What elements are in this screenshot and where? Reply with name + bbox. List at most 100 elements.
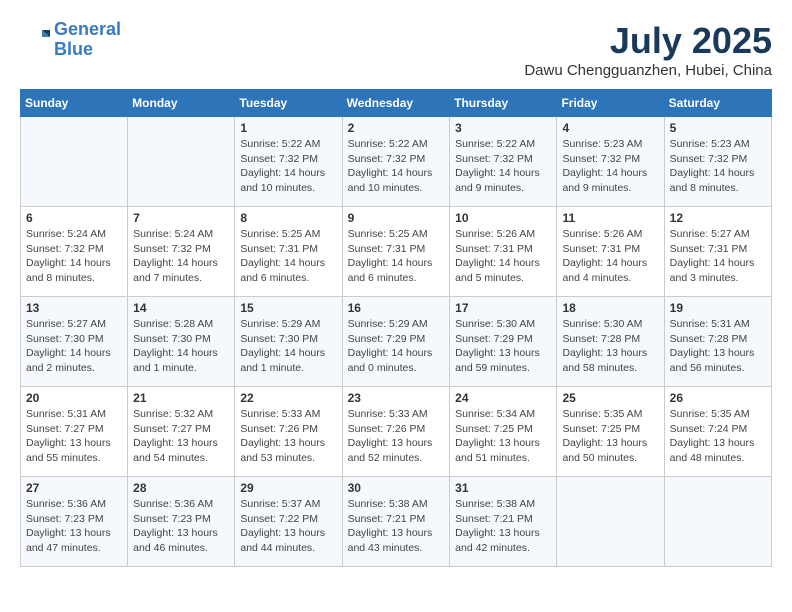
day-info: Sunrise: 5:25 AMSunset: 7:31 PMDaylight:…: [240, 227, 336, 286]
day-number: 10: [455, 211, 551, 225]
calendar-week-4: 20 Sunrise: 5:31 AMSunset: 7:27 PMDayligh…: [21, 387, 772, 477]
weekday-header-saturday: Saturday: [664, 90, 771, 117]
calendar-cell: 5 Sunrise: 5:23 AMSunset: 7:32 PMDaylight…: [664, 117, 771, 207]
day-number: 28: [133, 481, 229, 495]
logo-text: General Blue: [54, 20, 121, 60]
calendar-cell: 17 Sunrise: 5:30 AMSunset: 7:29 PMDayligh…: [450, 297, 557, 387]
calendar-cell: 3 Sunrise: 5:22 AMSunset: 7:32 PMDaylight…: [450, 117, 557, 207]
day-number: 5: [670, 121, 766, 135]
calendar-header: SundayMondayTuesdayWednesdayThursdayFrid…: [21, 90, 772, 117]
day-number: 1: [240, 121, 336, 135]
calendar-week-3: 13Sunrise: 5:27 AMSunset: 7:30 PMDayligh…: [21, 297, 772, 387]
day-number: 3: [455, 121, 551, 135]
logo: General Blue: [20, 20, 121, 60]
day-info: Sunrise: 5:35 AMSunset: 7:24 PMDaylight:…: [670, 407, 766, 466]
day-number: 21: [133, 391, 229, 405]
day-number: 9: [348, 211, 445, 225]
calendar-cell: 4 Sunrise: 5:23 AMSunset: 7:32 PMDaylight…: [557, 117, 664, 207]
calendar-cell: 10 Sunrise: 5:26 AMSunset: 7:31 PMDayligh…: [450, 207, 557, 297]
title-section: July 2025 Dawu Chengguanzhen, Hubei, Chi…: [524, 20, 772, 79]
calendar-cell: 11 Sunrise: 5:26 AMSunset: 7:31 PMDayligh…: [557, 207, 664, 297]
calendar-cell: 19 Sunrise: 5:31 AMSunset: 7:28 PMDayligh…: [664, 297, 771, 387]
day-info: Sunrise: 5:22 AMSunset: 7:32 PMDaylight:…: [455, 137, 551, 196]
day-number: 23: [348, 391, 445, 405]
weekday-header-sunday: Sunday: [21, 90, 128, 117]
day-info: Sunrise: 5:35 AMSunset: 7:25 PMDaylight:…: [562, 407, 658, 466]
calendar-cell: 13Sunrise: 5:27 AMSunset: 7:30 PMDayligh…: [21, 297, 128, 387]
calendar-cell: 15 Sunrise: 5:29 AMSunset: 7:30 PMDayligh…: [235, 297, 342, 387]
calendar-cell: 18 Sunrise: 5:30 AMSunset: 7:28 PMDayligh…: [557, 297, 664, 387]
day-info: Sunrise: 5:27 AMSunset: 7:30 PMDaylight:…: [26, 317, 122, 376]
day-number: 4: [562, 121, 658, 135]
weekday-header-thursday: Thursday: [450, 90, 557, 117]
logo-icon: [20, 25, 50, 55]
page-header: General Blue July 2025 Dawu Chengguanzhe…: [20, 20, 772, 79]
calendar-cell: 26 Sunrise: 5:35 AMSunset: 7:24 PMDayligh…: [664, 387, 771, 477]
weekday-header-row: SundayMondayTuesdayWednesdayThursdayFrid…: [21, 90, 772, 117]
day-info: Sunrise: 5:23 AMSunset: 7:32 PMDaylight:…: [562, 137, 658, 196]
calendar-cell: 28 Sunrise: 5:36 AMSunset: 7:23 PMDayligh…: [128, 477, 235, 567]
calendar-cell: 2Sunrise: 5:22 AMSunset: 7:32 PMDaylight…: [342, 117, 450, 207]
day-info: Sunrise: 5:37 AMSunset: 7:22 PMDaylight:…: [240, 497, 336, 556]
calendar-week-5: 27Sunrise: 5:36 AMSunset: 7:23 PMDayligh…: [21, 477, 772, 567]
calendar-week-2: 6 Sunrise: 5:24 AMSunset: 7:32 PMDaylight…: [21, 207, 772, 297]
calendar-cell: 30Sunrise: 5:38 AMSunset: 7:21 PMDayligh…: [342, 477, 450, 567]
day-number: 17: [455, 301, 551, 315]
calendar-cell: 31 Sunrise: 5:38 AMSunset: 7:21 PMDayligh…: [450, 477, 557, 567]
day-info: Sunrise: 5:29 AMSunset: 7:30 PMDaylight:…: [240, 317, 336, 376]
day-info: Sunrise: 5:38 AMSunset: 7:21 PMDaylight:…: [348, 497, 445, 556]
day-info: Sunrise: 5:32 AMSunset: 7:27 PMDaylight:…: [133, 407, 229, 466]
day-number: 19: [670, 301, 766, 315]
day-number: 12: [670, 211, 766, 225]
calendar-cell: 27Sunrise: 5:36 AMSunset: 7:23 PMDayligh…: [21, 477, 128, 567]
day-info: Sunrise: 5:22 AMSunset: 7:32 PMDaylight:…: [348, 137, 445, 196]
day-info: Sunrise: 5:27 AMSunset: 7:31 PMDaylight:…: [670, 227, 766, 286]
day-info: Sunrise: 5:38 AMSunset: 7:21 PMDaylight:…: [455, 497, 551, 556]
day-number: 29: [240, 481, 336, 495]
day-number: 20: [26, 391, 122, 405]
calendar-cell: 24Sunrise: 5:34 AMSunset: 7:25 PMDayligh…: [450, 387, 557, 477]
calendar-cell: 21 Sunrise: 5:32 AMSunset: 7:27 PMDayligh…: [128, 387, 235, 477]
day-info: Sunrise: 5:36 AMSunset: 7:23 PMDaylight:…: [26, 497, 122, 556]
logo-line2: Blue: [54, 39, 93, 59]
calendar-cell: 12 Sunrise: 5:27 AMSunset: 7:31 PMDayligh…: [664, 207, 771, 297]
day-info: Sunrise: 5:34 AMSunset: 7:25 PMDaylight:…: [455, 407, 551, 466]
day-info: Sunrise: 5:26 AMSunset: 7:31 PMDaylight:…: [562, 227, 658, 286]
day-info: Sunrise: 5:33 AMSunset: 7:26 PMDaylight:…: [240, 407, 336, 466]
calendar-cell: 8 Sunrise: 5:25 AMSunset: 7:31 PMDaylight…: [235, 207, 342, 297]
day-info: Sunrise: 5:23 AMSunset: 7:32 PMDaylight:…: [670, 137, 766, 196]
day-number: 22: [240, 391, 336, 405]
day-info: Sunrise: 5:24 AMSunset: 7:32 PMDaylight:…: [133, 227, 229, 286]
calendar-cell: 9 Sunrise: 5:25 AMSunset: 7:31 PMDaylight…: [342, 207, 450, 297]
day-number: 7: [133, 211, 229, 225]
calendar-table: SundayMondayTuesdayWednesdayThursdayFrid…: [20, 89, 772, 567]
day-info: Sunrise: 5:30 AMSunset: 7:28 PMDaylight:…: [562, 317, 658, 376]
day-number: 8: [240, 211, 336, 225]
calendar-cell: 25Sunrise: 5:35 AMSunset: 7:25 PMDayligh…: [557, 387, 664, 477]
day-number: 26: [670, 391, 766, 405]
calendar-cell: 20 Sunrise: 5:31 AMSunset: 7:27 PMDayligh…: [21, 387, 128, 477]
weekday-header-friday: Friday: [557, 90, 664, 117]
calendar-cell: [128, 117, 235, 207]
weekday-header-tuesday: Tuesday: [235, 90, 342, 117]
day-info: Sunrise: 5:36 AMSunset: 7:23 PMDaylight:…: [133, 497, 229, 556]
day-info: Sunrise: 5:26 AMSunset: 7:31 PMDaylight:…: [455, 227, 551, 286]
day-info: Sunrise: 5:31 AMSunset: 7:27 PMDaylight:…: [26, 407, 122, 466]
calendar-cell: 7 Sunrise: 5:24 AMSunset: 7:32 PMDaylight…: [128, 207, 235, 297]
day-number: 11: [562, 211, 658, 225]
day-number: 6: [26, 211, 122, 225]
day-number: 15: [240, 301, 336, 315]
day-info: Sunrise: 5:30 AMSunset: 7:29 PMDaylight:…: [455, 317, 551, 376]
month-title: July 2025: [524, 20, 772, 62]
calendar-cell: 29 Sunrise: 5:37 AMSunset: 7:22 PMDayligh…: [235, 477, 342, 567]
day-info: Sunrise: 5:25 AMSunset: 7:31 PMDaylight:…: [348, 227, 445, 286]
weekday-header-monday: Monday: [128, 90, 235, 117]
day-info: Sunrise: 5:31 AMSunset: 7:28 PMDaylight:…: [670, 317, 766, 376]
calendar-body: 1 Sunrise: 5:22 AMSunset: 7:32 PMDaylight…: [21, 117, 772, 567]
day-number: 18: [562, 301, 658, 315]
day-info: Sunrise: 5:29 AMSunset: 7:29 PMDaylight:…: [348, 317, 445, 376]
calendar-week-1: 1 Sunrise: 5:22 AMSunset: 7:32 PMDaylight…: [21, 117, 772, 207]
day-number: 31: [455, 481, 551, 495]
location: Dawu Chengguanzhen, Hubei, China: [524, 62, 772, 79]
calendar-cell: 22 Sunrise: 5:33 AMSunset: 7:26 PMDayligh…: [235, 387, 342, 477]
